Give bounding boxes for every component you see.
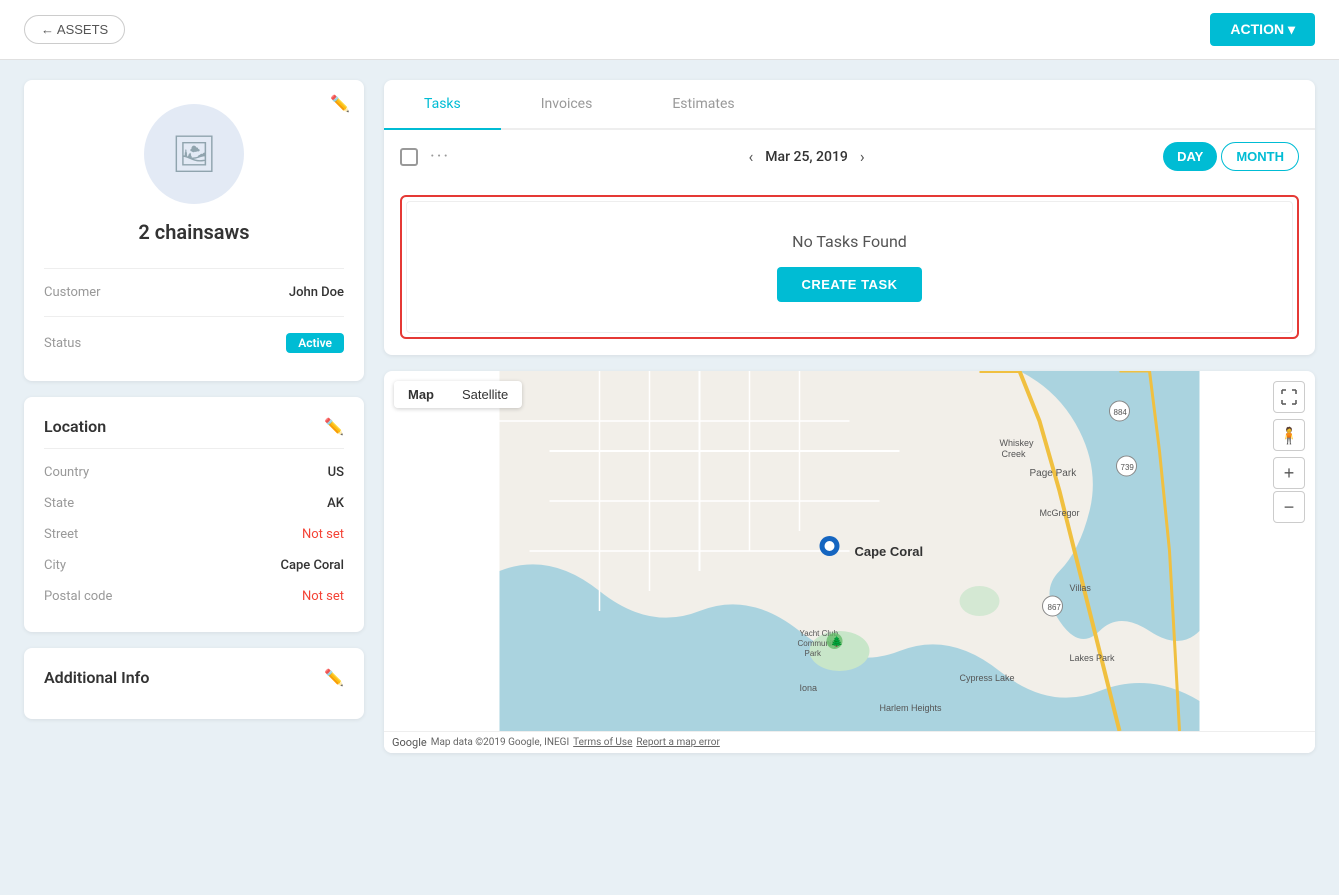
street-row: Street Not set (44, 519, 344, 550)
svg-text:McGregor: McGregor (1040, 508, 1080, 518)
svg-text:884: 884 (1114, 408, 1128, 417)
satellite-view-button[interactable]: Satellite (448, 381, 522, 408)
svg-text:Park: Park (805, 649, 822, 658)
action-label: ACTION ▾ (1230, 21, 1295, 38)
tab-estimates[interactable]: Estimates (632, 80, 774, 130)
status-badge: Active (286, 333, 344, 353)
select-all-checkbox[interactable] (400, 148, 418, 166)
right-panel: Tasks Invoices Estimates ··· ‹ Mar 25, 2… (384, 80, 1315, 753)
svg-text:Harlem Heights: Harlem Heights (880, 703, 943, 713)
zoom-out-button[interactable]: − (1273, 491, 1305, 523)
country-value: US (328, 465, 344, 480)
top-nav: ← ASSETS ACTION ▾ (0, 0, 1339, 60)
additional-info-card: Additional Info ✏️ (24, 648, 364, 719)
divider (44, 268, 344, 269)
no-tasks-highlight: No Tasks Found CREATE TASK (400, 195, 1299, 339)
back-label: ← ASSETS (41, 22, 108, 37)
state-value: AK (327, 496, 344, 511)
left-panel: ✏️ 🖼 2 chainsaws Customer John Doe Statu… (24, 80, 364, 753)
customer-value: John Doe (289, 285, 344, 300)
state-row: State AK (44, 488, 344, 519)
additional-info-header: Additional Info ✏️ (44, 668, 344, 687)
next-date-button[interactable]: › (860, 147, 865, 166)
main-content: ✏️ 🖼 2 chainsaws Customer John Doe Statu… (0, 60, 1339, 773)
postal-value: Not set (302, 589, 344, 604)
city-value: Cape Coral (280, 558, 344, 573)
more-options-button[interactable]: ··· (430, 146, 450, 167)
day-view-button[interactable]: DAY (1163, 142, 1217, 171)
map-data-credit: Map data ©2019 Google, INEGI (431, 737, 569, 748)
fullscreen-button[interactable] (1273, 381, 1305, 413)
google-logo: Google (392, 736, 427, 749)
map-controls: 🧍 + − (1273, 381, 1305, 523)
view-toggle: DAY MONTH (1163, 142, 1299, 171)
month-view-button[interactable]: MONTH (1221, 142, 1299, 171)
create-task-button[interactable]: CREATE TASK (777, 267, 921, 302)
profile-card: ✏️ 🖼 2 chainsaws Customer John Doe Statu… (24, 80, 364, 381)
edit-location-icon[interactable]: ✏️ (324, 417, 344, 436)
avatar-icon: 🖼 (171, 133, 217, 175)
svg-text:🌲: 🌲 (831, 635, 843, 648)
location-card: Location ✏️ Country US State AK Street N… (24, 397, 364, 632)
city-row: City Cape Coral (44, 550, 344, 581)
location-title: Location (44, 417, 106, 436)
status-row: Status Active (44, 325, 344, 361)
back-button[interactable]: ← ASSETS (24, 15, 125, 44)
no-tasks-container: No Tasks Found CREATE TASK (384, 183, 1315, 355)
tab-tasks[interactable]: Tasks (384, 80, 501, 130)
country-label: Country (44, 465, 89, 480)
avatar: 🖼 (144, 104, 244, 204)
svg-text:Villas: Villas (1070, 583, 1092, 593)
svg-text:Iona: Iona (800, 683, 818, 693)
terms-link[interactable]: Terms of Use (573, 737, 632, 748)
svg-text:Creek: Creek (1002, 449, 1027, 459)
map-footer: Google Map data ©2019 Google, INEGI Term… (384, 731, 1315, 753)
fullscreen-icon (1281, 389, 1297, 405)
additional-info-title: Additional Info (44, 668, 149, 687)
no-tasks-message: No Tasks Found (792, 232, 907, 251)
asset-name: 2 chainsaws (138, 220, 249, 244)
svg-text:Cypress Lake: Cypress Lake (960, 673, 1015, 683)
map-type-toggle: Map Satellite (394, 381, 522, 408)
svg-text:Whiskey: Whiskey (1000, 438, 1035, 448)
toolbar-left: ··· (400, 146, 450, 167)
zoom-in-button[interactable]: + (1273, 457, 1305, 489)
tabs-card: Tasks Invoices Estimates ··· ‹ Mar 25, 2… (384, 80, 1315, 355)
svg-text:Cape Coral: Cape Coral (855, 544, 924, 559)
divider-2 (44, 316, 344, 317)
country-row: Country US (44, 457, 344, 488)
svg-text:Lakes Park: Lakes Park (1070, 653, 1116, 663)
edit-additional-icon[interactable]: ✏️ (324, 668, 344, 687)
customer-label: Customer (44, 285, 101, 300)
pegman-icon: 🧍 (1279, 426, 1299, 445)
svg-text:Page Park: Page Park (1030, 468, 1078, 479)
location-divider (44, 448, 344, 449)
svg-text:739: 739 (1121, 463, 1135, 472)
map-area: Cape Coral Page Park Whiskey Creek McGre… (384, 371, 1315, 731)
task-toolbar: ··· ‹ Mar 25, 2019 › DAY MONTH (384, 130, 1315, 183)
street-value: Not set (302, 527, 344, 542)
current-date: Mar 25, 2019 (765, 149, 848, 165)
street-label: Street (44, 527, 78, 542)
state-label: State (44, 496, 74, 511)
report-link[interactable]: Report a map error (636, 737, 719, 748)
location-header: Location ✏️ (44, 417, 344, 436)
action-button[interactable]: ACTION ▾ (1210, 13, 1315, 46)
map-svg: Cape Coral Page Park Whiskey Creek McGre… (384, 371, 1315, 731)
map-card: Cape Coral Page Park Whiskey Creek McGre… (384, 371, 1315, 753)
tabs-header: Tasks Invoices Estimates (384, 80, 1315, 130)
prev-date-button[interactable]: ‹ (748, 147, 753, 166)
postal-row: Postal code Not set (44, 581, 344, 612)
street-view-button[interactable]: 🧍 (1273, 419, 1305, 451)
tab-invoices[interactable]: Invoices (501, 80, 633, 130)
map-view-button[interactable]: Map (394, 381, 448, 408)
postal-label: Postal code (44, 589, 112, 604)
date-navigation: ‹ Mar 25, 2019 › (748, 147, 864, 166)
svg-text:867: 867 (1048, 603, 1062, 612)
status-label: Status (44, 336, 81, 351)
customer-row: Customer John Doe (44, 277, 344, 308)
no-tasks-inner: No Tasks Found CREATE TASK (406, 201, 1293, 333)
city-label: City (44, 558, 66, 573)
edit-profile-icon[interactable]: ✏️ (330, 94, 350, 113)
